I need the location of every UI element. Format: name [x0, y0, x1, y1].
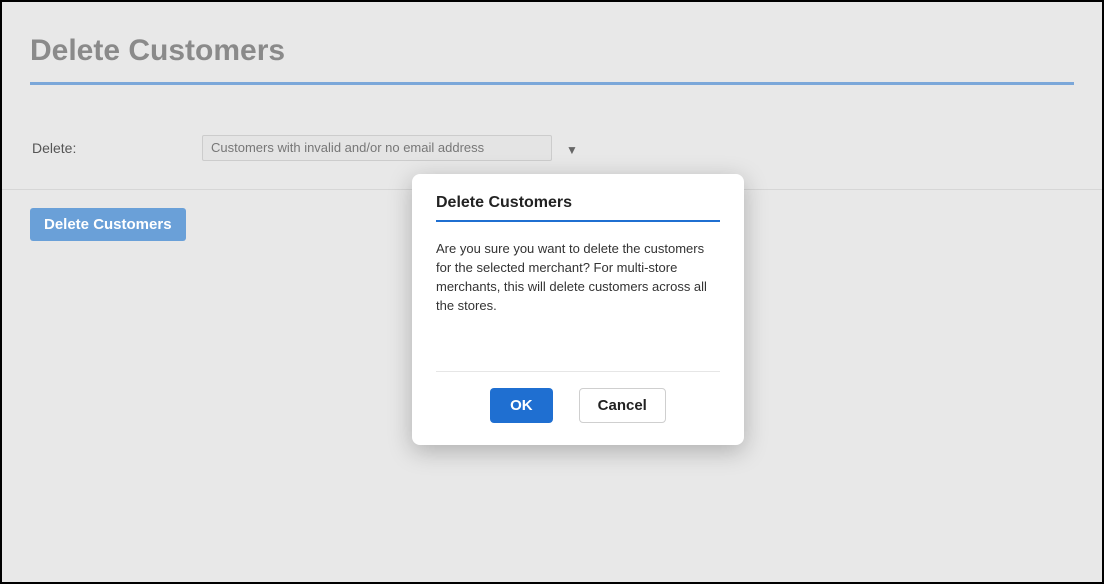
dialog-title: Delete Customers — [436, 194, 720, 220]
delete-row: Delete: Customers with invalid and/or no… — [30, 135, 1074, 161]
delete-select-wrap: Customers with invalid and/or no email a… — [202, 135, 552, 161]
dialog-action-divider — [436, 371, 720, 372]
title-divider — [30, 82, 1074, 85]
delete-customers-button[interactable]: Delete Customers — [30, 208, 186, 241]
chevron-down-icon: ▼ — [566, 143, 578, 157]
delete-select[interactable]: Customers with invalid and/or no email a… — [202, 135, 552, 161]
delete-label: Delete: — [32, 140, 202, 156]
cancel-button[interactable]: Cancel — [579, 388, 666, 423]
ok-button[interactable]: OK — [490, 388, 553, 423]
dialog-body: Are you sure you want to delete the cust… — [436, 240, 720, 315]
dialog-title-divider — [436, 220, 720, 222]
dialog-actions: OK Cancel — [436, 388, 720, 423]
page-title: Delete Customers — [30, 34, 1074, 68]
confirm-delete-dialog: Delete Customers Are you sure you want t… — [412, 174, 744, 445]
